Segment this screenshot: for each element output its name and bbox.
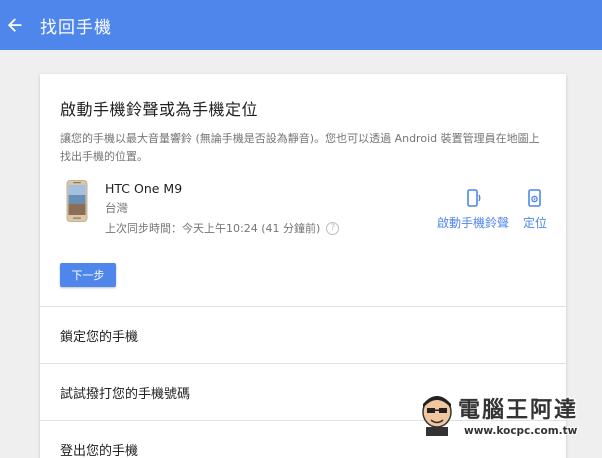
back-button[interactable] — [0, 0, 30, 50]
device-location: 台灣 — [105, 201, 128, 215]
phone-locate-icon — [528, 189, 541, 207]
option-call-phone-label: 試試撥打您的手機號碼 — [60, 386, 191, 402]
ring-phone-label: 啟動手機鈴聲 — [436, 216, 509, 230]
app-bar: 找回手機 — [0, 0, 602, 50]
page-title: 找回手機 — [40, 17, 112, 38]
mascot-logo — [422, 396, 452, 436]
watermark: 電腦王阿達 www.kocpc.com.tw — [418, 392, 598, 452]
card-description: 讓您的手機以最大音量響鈴 (無論手機是否設為靜音)。您也可以透過 Android… — [60, 132, 540, 163]
option-sign-out-phone-label: 登出您的手機 — [60, 443, 139, 458]
locate-phone-button[interactable]: 定位 — [518, 188, 552, 231]
device-info: HTC One M9 台灣 上次同步時間：今天上午10:24 (41 分鐘前) … — [105, 181, 340, 236]
option-lock-phone[interactable]: 鎖定您的手機 — [40, 306, 566, 363]
option-lock-phone-label: 鎖定您的手機 — [60, 329, 139, 345]
last-sync-text: 上次同步時間：今天上午10:24 (41 分鐘前) — [105, 222, 321, 235]
next-button[interactable]: 下一步 — [60, 263, 116, 287]
phone-ring-icon — [467, 189, 481, 207]
ring-phone-button[interactable]: 啟動手機鈴聲 — [433, 188, 513, 231]
help-icon[interactable]: ? — [326, 221, 340, 235]
device-name: HTC One M9 — [105, 181, 183, 196]
locate-phone-label: 定位 — [522, 216, 547, 230]
watermark-text: 電腦王阿達 — [458, 397, 579, 423]
arrow-back-icon — [7, 18, 22, 32]
card-title: 啟動手機鈴聲或為手機定位 — [60, 100, 259, 119]
phone-image — [66, 180, 88, 222]
device-last-sync: 上次同步時間：今天上午10:24 (41 分鐘前) ? — [105, 220, 340, 236]
watermark-url: www.kocpc.com.tw — [464, 425, 578, 437]
